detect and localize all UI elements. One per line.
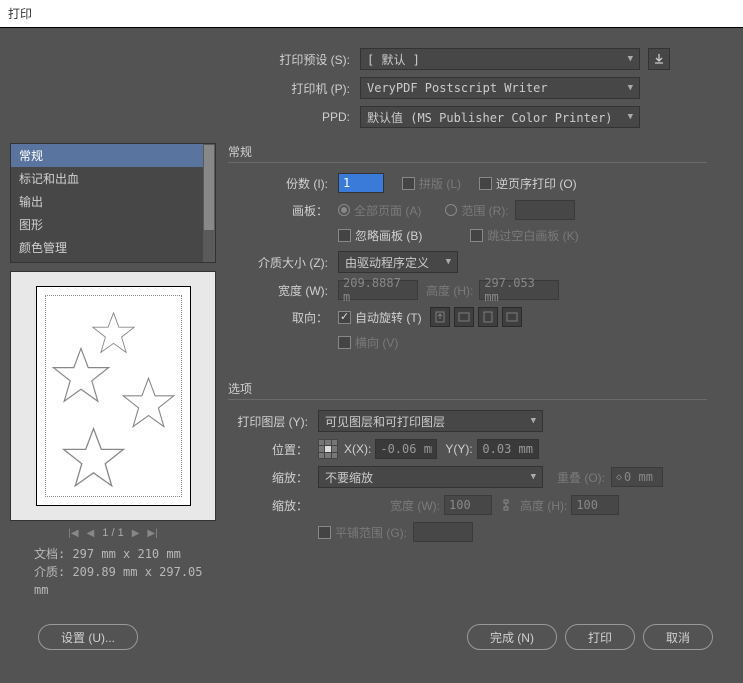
- sw-value: 100: [444, 495, 492, 515]
- width-label: 宽度 (W):: [228, 282, 338, 299]
- category-general[interactable]: 常规: [11, 144, 215, 167]
- ppd-value: 默认值 (MS Publisher Color Printer): [367, 109, 613, 126]
- copies-label: 份数 (I):: [228, 175, 338, 192]
- nav-first-icon[interactable]: |◀: [68, 528, 78, 539]
- x-input[interactable]: [375, 439, 437, 459]
- printer-label: 打印机 (P):: [240, 80, 360, 97]
- tile-checkbox: [318, 526, 331, 539]
- chevron-down-icon: ▼: [628, 83, 633, 93]
- range-label: 范围 (R):: [461, 202, 508, 219]
- tile-label: 平铺范围 (G):: [335, 524, 407, 541]
- cancel-button[interactable]: 取消: [643, 624, 713, 650]
- scaling-value: 不要缩放: [325, 469, 373, 486]
- chevron-down-icon: ▼: [531, 472, 536, 482]
- media-size-value: 由驱动程序定义: [345, 254, 429, 271]
- options-header: 选项: [228, 380, 707, 400]
- range-radio: [445, 204, 457, 216]
- download-preset-button[interactable]: [648, 48, 670, 70]
- category-graphics[interactable]: 图形: [11, 213, 215, 236]
- width-value: 209.8887 m: [338, 280, 418, 300]
- printer-value: VeryPDF Postscript Writer: [367, 81, 548, 95]
- titlebar: 打印: [0, 0, 743, 28]
- transverse-label: 横向 (V): [355, 334, 398, 351]
- ignore-artboard-label: 忽略画板 (B): [355, 227, 422, 244]
- window-title: 打印: [8, 5, 32, 22]
- sh-label: 高度 (H):: [520, 497, 567, 514]
- category-color[interactable]: 颜色管理: [11, 236, 215, 259]
- ignore-artboard-checkbox[interactable]: [338, 229, 351, 242]
- reverse-checkbox[interactable]: [479, 177, 492, 190]
- media-dimensions: 介质: 209.89 mm x 297.05 mm: [34, 563, 216, 599]
- doc-dimensions: 文档: 297 mm x 210 mm: [34, 545, 216, 563]
- chevron-down-icon: ▼: [531, 416, 536, 426]
- print-layers-label: 打印图层 (Y):: [228, 413, 318, 430]
- preset-value: [ 默认 ]: [367, 51, 420, 68]
- link-icon: [498, 496, 514, 514]
- nav-last-icon[interactable]: ▶|: [147, 528, 157, 539]
- height-value: 297.053 mm: [479, 280, 559, 300]
- tile-value: [413, 522, 473, 542]
- artboard-label: 画板：: [228, 202, 338, 219]
- scale2-label: 缩放：: [228, 497, 318, 514]
- transverse-checkbox: [338, 336, 351, 349]
- overlap-label: 重叠 (O):: [557, 469, 605, 486]
- orientation-label: 取向：: [228, 309, 338, 326]
- range-input: [515, 200, 575, 220]
- y-input[interactable]: [477, 439, 539, 459]
- y-label: Y(Y):: [445, 442, 472, 456]
- page-indicator: 1 / 1: [102, 527, 123, 539]
- reverse-label: 逆页序打印 (O): [496, 175, 577, 192]
- category-marks[interactable]: 标记和出血: [11, 167, 215, 190]
- chevron-down-icon: ▼: [446, 257, 451, 267]
- orient-landscape-right-icon[interactable]: [502, 307, 522, 327]
- position-grid[interactable]: [318, 439, 338, 459]
- x-label: X(X):: [344, 442, 371, 456]
- skip-blank-checkbox: [470, 229, 483, 242]
- ppd-dropdown[interactable]: 默认值 (MS Publisher Color Printer) ▼: [360, 106, 640, 128]
- ppd-label: PPD:: [240, 110, 360, 124]
- done-button[interactable]: 完成 (N): [467, 624, 557, 650]
- auto-rotate-checkbox[interactable]: [338, 311, 351, 324]
- sh-value: 100: [571, 495, 619, 515]
- collate-checkbox: [402, 177, 415, 190]
- download-icon: [653, 53, 665, 65]
- page-nav: |◀ ◀ 1 / 1 ▶ ▶|: [10, 527, 216, 539]
- media-size-dropdown[interactable]: 由驱动程序定义 ▼: [338, 251, 458, 273]
- orient-landscape-left-icon[interactable]: [454, 307, 474, 327]
- category-listbox[interactable]: 常规 标记和出血 输出 图形 颜色管理: [10, 143, 216, 263]
- collate-label: 拼版 (L): [419, 175, 461, 192]
- chevron-down-icon: ▼: [628, 112, 633, 122]
- media-size-label: 介质大小 (Z):: [228, 254, 338, 271]
- skip-blank-label: 跳过空白画板 (K): [487, 227, 578, 244]
- print-button[interactable]: 打印: [565, 624, 635, 650]
- category-output[interactable]: 输出: [11, 190, 215, 213]
- print-preview: [10, 271, 216, 521]
- preset-label: 打印预设 (S):: [240, 51, 360, 68]
- chevron-down-icon: ▼: [628, 54, 633, 64]
- preset-dropdown[interactable]: [ 默认 ] ▼: [360, 48, 640, 70]
- listbox-scrollbar[interactable]: [203, 144, 215, 262]
- sw-label: 宽度 (W):: [390, 497, 440, 514]
- orient-portrait-up-icon[interactable]: [430, 307, 450, 327]
- all-pages-radio: [338, 204, 350, 216]
- position-label: 位置：: [228, 441, 318, 458]
- nav-prev-icon[interactable]: ◀: [87, 528, 95, 539]
- height-label: 高度 (H):: [426, 282, 473, 299]
- copies-input[interactable]: [338, 173, 384, 193]
- setup-button[interactable]: 设置 (U)...: [38, 624, 138, 650]
- scaling-label: 缩放：: [228, 469, 318, 486]
- auto-rotate-label: 自动旋转 (T): [355, 309, 422, 326]
- all-pages-label: 全部页面 (A): [354, 202, 421, 219]
- overlap-value: ◇0 mm: [611, 467, 663, 487]
- scaling-dropdown[interactable]: 不要缩放 ▼: [318, 466, 543, 488]
- printer-dropdown[interactable]: VeryPDF Postscript Writer ▼: [360, 77, 640, 99]
- orient-portrait-down-icon[interactable]: [478, 307, 498, 327]
- nav-next-icon[interactable]: ▶: [132, 528, 140, 539]
- print-layers-dropdown[interactable]: 可见图层和可打印图层 ▼: [318, 410, 543, 432]
- general-header: 常规: [228, 143, 707, 163]
- print-layers-value: 可见图层和可打印图层: [325, 413, 445, 430]
